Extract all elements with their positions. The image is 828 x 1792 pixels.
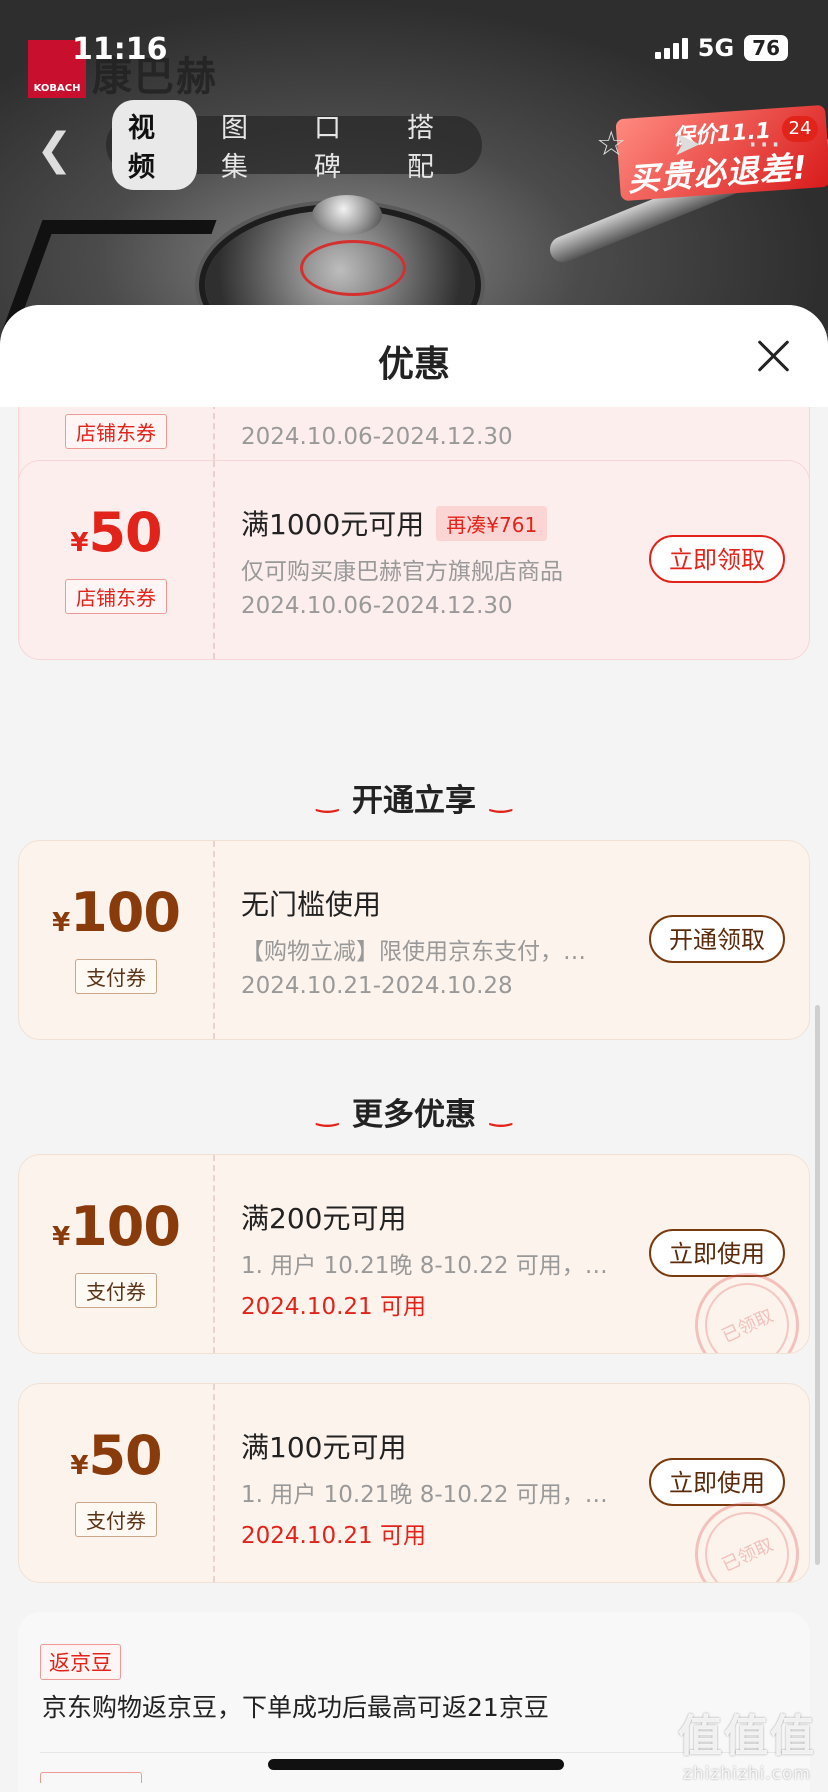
- coupon-amount: ¥100: [52, 1195, 181, 1258]
- back-icon[interactable]: ❮: [36, 124, 73, 175]
- coupon-type-tag: 支付券: [75, 1502, 157, 1537]
- coupon-card: ¥50 支付券 满100元可用 1. 用户 10.21晚 8-10.22 可用，…: [18, 1383, 810, 1583]
- use-now-button[interactable]: 立即使用: [649, 1458, 785, 1506]
- claim-button[interactable]: 立即领取: [649, 535, 785, 583]
- tab-matching[interactable]: 搭配: [391, 100, 476, 190]
- network-label: 5G: [697, 34, 735, 62]
- battery-icon: 76: [744, 35, 788, 61]
- pan-knob-graphic: [312, 195, 382, 235]
- status-time: 11:16: [72, 32, 168, 67]
- bean-tag: 返京豆: [40, 1644, 121, 1680]
- coupon-left: ¥100 支付券: [19, 1155, 213, 1353]
- close-icon[interactable]: [756, 339, 790, 373]
- next-tag: [40, 1772, 142, 1783]
- coupon-left: ¥50 店铺东券: [19, 461, 213, 659]
- share-icon[interactable]: ➤: [672, 124, 701, 164]
- tab-gallery[interactable]: 图集: [205, 100, 290, 190]
- tab-reviews[interactable]: 口碑: [298, 100, 383, 190]
- activate-claim-button[interactable]: 开通领取: [649, 915, 785, 963]
- coupon-desc: 仅可购买康巴赫官方旗舰店商品: [241, 559, 563, 585]
- coupon-title: 满100元可用: [241, 1431, 407, 1464]
- coupon-desc: 【购物立减】限使用京东支付，…: [241, 939, 586, 965]
- home-indicator[interactable]: [268, 1759, 564, 1770]
- star-icon[interactable]: ☆: [596, 124, 626, 164]
- coupon-card: ¥100 支付券 无门槛使用 【购物立减】限使用京东支付，… 2024.10.2…: [18, 840, 810, 1040]
- watermark: 值值值 zhizhizhi.com: [678, 1711, 816, 1784]
- coupon-date: 2024.10.06-2024.12.30: [241, 593, 513, 619]
- discount-sheet: 优惠 店铺东券 2024.10.06-2024.12.30 ¥50 店铺东券 满…: [0, 305, 828, 1792]
- section-more-title: ‿ 更多优惠 ‿: [316, 1097, 512, 1133]
- coupon-title: 无门槛使用: [241, 888, 382, 921]
- coupon-card: ¥50 店铺东券 满1000元可用 再凑¥761 仅可购买康巴赫官方旗舰店商品 …: [18, 460, 810, 660]
- coupon-left: ¥100 支付券: [19, 841, 213, 1039]
- coupon-type-tag: 支付券: [75, 1273, 157, 1308]
- coupon-date: 2024.10.21-2024.10.28: [241, 973, 513, 999]
- coupon-title: 满1000元可用 再凑¥761: [241, 503, 548, 543]
- coupon-type-tag: 店铺东券: [65, 579, 167, 614]
- coupon-amount: ¥50: [70, 1424, 162, 1487]
- signal-icon: [654, 37, 688, 59]
- top-tabs: 视频 图集 口碑 搭配: [106, 100, 482, 190]
- sheet-header: 优惠: [0, 305, 828, 407]
- more-icon[interactable]: ⋯: [747, 124, 781, 164]
- coupon-date: 2024.10.21 可用: [241, 1523, 426, 1549]
- bean-text: 京东购物返京豆，下单成功后最高可返21京豆: [42, 1693, 549, 1722]
- nav-actions: ☆ ➤ ⋯: [596, 124, 781, 164]
- coupon-date: 2024.10.06-2024.12.30: [241, 424, 513, 450]
- coupon-date: 2024.10.21 可用: [241, 1294, 426, 1320]
- coupon-card: ¥100 支付券 满200元可用 1. 用户 10.21晚 8-10.22 可用…: [18, 1154, 810, 1354]
- status-bar-right: 5G 76: [654, 34, 788, 62]
- coupon-type-tag: 店铺东券: [65, 414, 167, 449]
- section-open-title: ‿ 开通立享 ‿: [316, 783, 512, 819]
- message-badge: 24: [782, 116, 818, 142]
- use-now-button[interactable]: 立即使用: [649, 1229, 785, 1277]
- tab-video[interactable]: 视频: [112, 100, 197, 190]
- coupon-type-tag: 支付券: [75, 959, 157, 994]
- coupon-title: 满200元可用: [241, 1202, 407, 1235]
- pan-ring-graphic: [300, 240, 406, 296]
- coupon-desc: 1. 用户 10.21晚 8-10.22 可用，…: [241, 1482, 608, 1508]
- coupon-left: ¥50 支付券: [19, 1384, 213, 1582]
- coupon-amount: ¥50: [70, 501, 162, 564]
- need-more-tag: 再凑¥761: [436, 505, 548, 541]
- coupon-desc: 1. 用户 10.21晚 8-10.22 可用，…: [241, 1253, 608, 1279]
- sheet-title: 优惠: [377, 344, 450, 385]
- scrollbar[interactable]: [815, 1005, 820, 1565]
- coupon-amount: ¥100: [52, 881, 181, 944]
